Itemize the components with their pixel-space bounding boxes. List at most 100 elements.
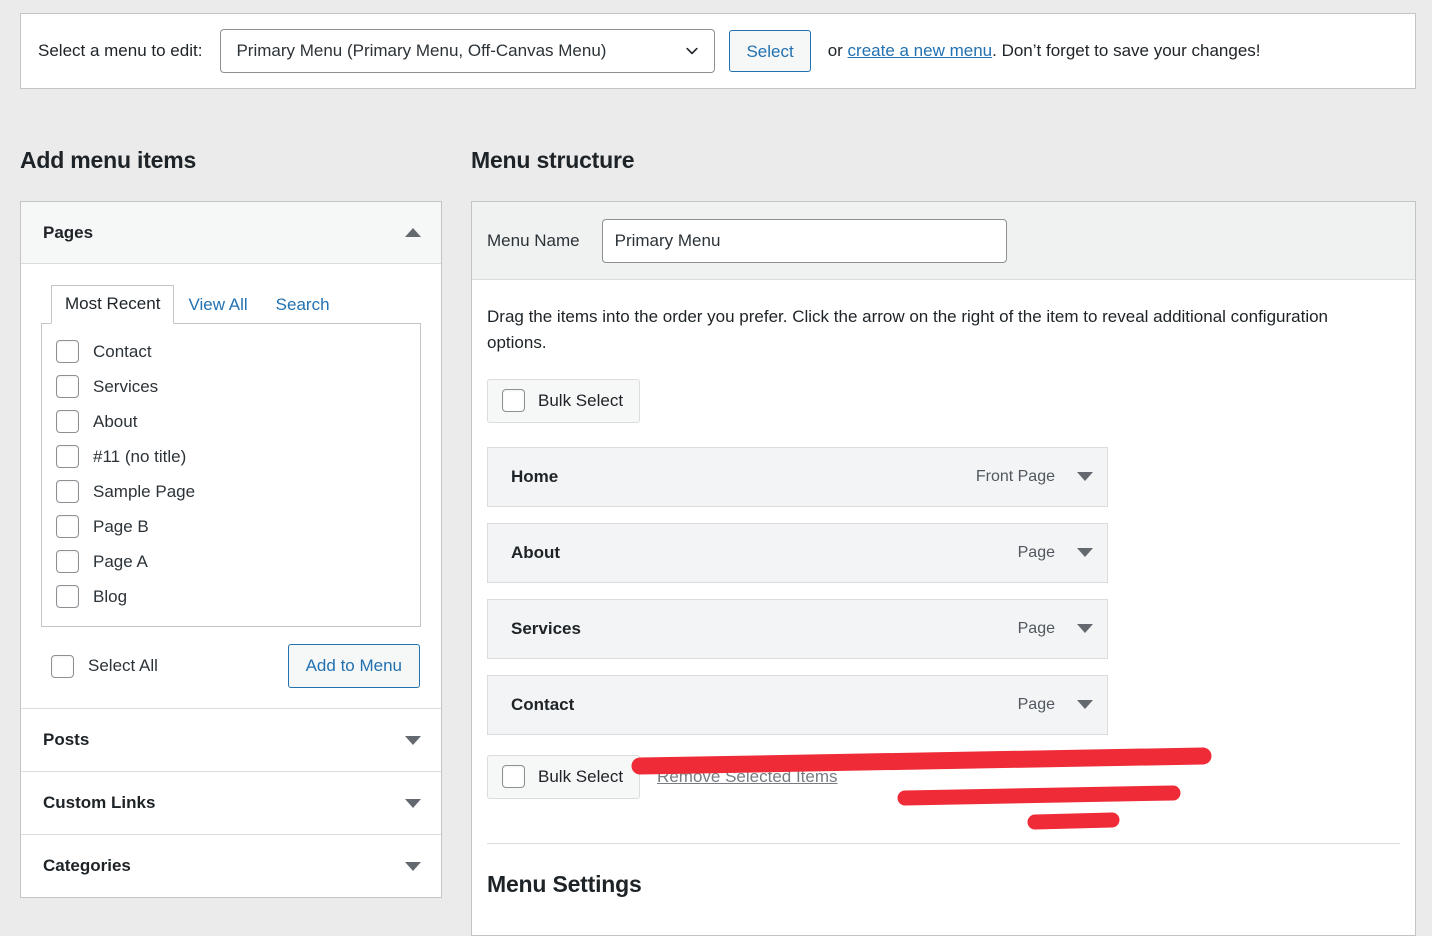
add-to-menu-button[interactable]: Add to Menu <box>287 644 420 688</box>
drag-help-text: Drag the items into the order you prefer… <box>487 307 1329 353</box>
menu-structure-body: Drag the items into the order you prefer… <box>472 280 1415 898</box>
menu-item-type: Page <box>1017 695 1055 713</box>
menu-item-meta: Front Page <box>976 468 1093 486</box>
table-row[interactable]: Home Front Page <box>487 446 1108 507</box>
select-all-label: Select All <box>88 656 158 675</box>
menu-item-title: Services <box>511 618 581 638</box>
bulk-select-top-checkbox[interactable] <box>502 389 525 413</box>
page-label: Contact <box>93 341 152 361</box>
menu-select-bar: Select a menu to edit: Primary Menu (Pri… <box>20 13 1416 89</box>
pages-tabs: Most Recent View All Search <box>41 284 421 324</box>
page-checkbox[interactable] <box>56 550 79 573</box>
chevron-down-icon[interactable] <box>405 861 421 871</box>
menu-structure-panel: Menu Name Drag the items into the order … <box>471 201 1416 936</box>
accordion-header-posts[interactable]: Posts <box>21 709 441 771</box>
table-row[interactable]: About Page <box>487 522 1108 583</box>
page-label: Page B <box>93 516 149 536</box>
page-checkbox[interactable] <box>56 585 79 608</box>
menu-select-dropdown[interactable]: Primary Menu (Primary Menu, Off-Canvas M… <box>220 29 716 73</box>
list-item[interactable]: Page B <box>42 509 420 544</box>
select-all-wrapper[interactable]: Select All <box>41 654 158 678</box>
table-row[interactable]: Services Page <box>487 598 1108 659</box>
chevron-down-icon[interactable] <box>1077 548 1093 558</box>
menu-select-dropdown-value: Primary Menu (Primary Menu, Off-Canvas M… <box>236 41 607 60</box>
accordion-section-pages: Pages Most Recent View All Search Contac… <box>21 202 441 709</box>
bottom-bulk-actions: Bulk Select Remove Selected Items <box>487 754 1400 799</box>
menu-item-type: Page <box>1017 619 1055 637</box>
pages-list: Contact Services About #11 (no title) Sa… <box>41 323 421 627</box>
bulk-select-bottom-label: Bulk Select <box>538 766 624 786</box>
tab-view-all[interactable]: View All <box>174 286 261 324</box>
list-item[interactable]: Contact <box>42 334 420 369</box>
tab-search[interactable]: Search <box>262 286 344 324</box>
menu-item-title: Contact <box>511 694 575 714</box>
list-item[interactable]: Sample Page <box>42 474 420 509</box>
menu-name-input[interactable] <box>601 218 1007 263</box>
pages-list-footer: Select All Add to Menu <box>41 627 421 708</box>
menu-name-bar: Menu Name <box>472 202 1415 280</box>
select-button[interactable]: Select <box>729 30 811 72</box>
add-menu-items-panel: Pages Most Recent View All Search Contac… <box>20 201 442 898</box>
accordion-title-pages: Pages <box>43 222 94 242</box>
menu-item-type: Page <box>1017 543 1055 561</box>
menu-item-meta: Page <box>1018 544 1093 562</box>
chevron-down-icon <box>686 47 699 55</box>
page-label: #11 (no title) <box>93 446 187 466</box>
page-checkbox[interactable] <box>56 375 79 398</box>
menu-item-title: Home <box>511 466 559 486</box>
accordion-title-categories: Categories <box>43 856 131 875</box>
bulk-select-top-label: Bulk Select <box>538 390 624 410</box>
chevron-down-icon[interactable] <box>1077 472 1093 482</box>
menu-item-title: About <box>511 542 561 562</box>
accordion-section-custom-links: Custom Links <box>21 772 441 835</box>
page-checkbox[interactable] <box>56 340 79 363</box>
chevron-down-icon[interactable] <box>1077 624 1093 634</box>
page-label: Services <box>93 376 159 396</box>
accordion-header-custom-links[interactable]: Custom Links <box>21 772 441 834</box>
accordion-section-categories: Categories <box>21 835 441 897</box>
menu-item-meta: Page <box>1018 620 1093 638</box>
accordion-body-pages: Most Recent View All Search Contact Serv… <box>21 264 441 708</box>
bulk-select-bottom-checkbox[interactable] <box>502 765 525 789</box>
page-label: About <box>93 411 138 431</box>
accordion-section-posts: Posts <box>21 709 441 772</box>
list-item[interactable]: Blog <box>42 579 420 614</box>
create-menu-hint: or create a new menu. Don’t forget to sa… <box>828 41 1261 61</box>
chevron-up-icon[interactable] <box>405 228 421 237</box>
add-menu-items-heading: Add menu items <box>20 147 197 173</box>
bulk-select-bottom-button[interactable]: Bulk Select <box>487 754 641 799</box>
page-checkbox[interactable] <box>56 480 79 503</box>
list-item[interactable]: #11 (no title) <box>42 439 420 474</box>
table-row[interactable]: Contact Page <box>487 674 1108 735</box>
accordion-title-custom-links: Custom Links <box>43 793 156 812</box>
chevron-down-icon[interactable] <box>1077 700 1093 710</box>
menu-item-type: Front Page <box>975 467 1055 485</box>
chevron-down-icon[interactable] <box>405 798 421 808</box>
menu-structure-heading: Menu structure <box>471 147 635 173</box>
list-item[interactable]: Page A <box>42 544 420 579</box>
remove-selected-items-link[interactable]: Remove Selected Items <box>657 767 837 787</box>
page-checkbox[interactable] <box>56 515 79 538</box>
menu-name-label: Menu Name <box>487 230 580 250</box>
chevron-down-icon[interactable] <box>405 735 421 745</box>
page-label: Blog <box>93 586 128 606</box>
page-label: Sample Page <box>93 481 196 501</box>
list-item[interactable]: Services <box>42 369 420 404</box>
page-checkbox[interactable] <box>56 410 79 433</box>
bulk-select-top-button[interactable]: Bulk Select <box>487 378 641 423</box>
menu-items-list: Home Front Page About Page Services Page <box>487 446 1400 735</box>
accordion-title-posts: Posts <box>43 730 90 749</box>
create-new-menu-link[interactable]: create a new menu <box>848 41 993 60</box>
menu-settings-heading: Menu Settings <box>487 870 642 897</box>
page-checkbox[interactable] <box>56 445 79 468</box>
accordion-header-pages[interactable]: Pages <box>21 202 441 264</box>
select-all-checkbox[interactable] <box>51 654 74 678</box>
page-label: Page A <box>93 551 148 571</box>
select-menu-label: Select a menu to edit: <box>38 41 203 60</box>
menu-item-meta: Page <box>1018 696 1093 714</box>
or-text: or <box>827 41 848 60</box>
tab-most-recent[interactable]: Most Recent <box>51 285 175 324</box>
save-reminder-text: . Don’t forget to save your changes! <box>992 41 1261 60</box>
list-item[interactable]: About <box>42 404 420 439</box>
accordion-header-categories[interactable]: Categories <box>21 835 441 897</box>
